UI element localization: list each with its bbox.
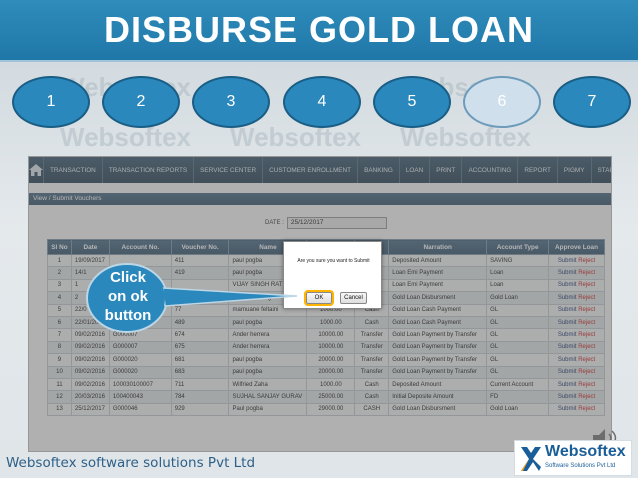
callout-line: button — [104, 307, 152, 324]
logo-mark-icon — [521, 447, 541, 471]
slide-title: DISBURSE GOLD LOAN — [103, 9, 534, 50]
callout-line: on ok — [108, 288, 148, 305]
title-bar: DISBURSE GOLD LOAN — [0, 0, 638, 62]
step-5-button[interactable]: 5 — [373, 76, 451, 128]
step-navigator: 1 2 3 4 5 6 7 — [0, 76, 638, 130]
step-1-button[interactable]: 1 — [12, 76, 90, 128]
logo-word: Websoftex — [545, 443, 626, 460]
footer-company: Websoftex software solutions Pvt Ltd — [6, 455, 256, 471]
step-3-button[interactable]: 3 — [192, 76, 270, 128]
logo-subtitle: Software Solutions Pvt Ltd — [545, 463, 616, 469]
callout-text: Click on ok button — [92, 268, 164, 325]
callout-line: Click — [110, 269, 146, 286]
cancel-button[interactable]: Cancel — [340, 292, 367, 304]
step-2-button[interactable]: 2 — [102, 76, 180, 128]
step-4-button[interactable]: 4 — [283, 76, 361, 128]
step-6-button[interactable]: 6 — [463, 76, 541, 128]
step-7-button[interactable]: 7 — [553, 76, 631, 128]
company-logo: Websoftex Software Solutions Pvt Ltd — [514, 440, 632, 476]
